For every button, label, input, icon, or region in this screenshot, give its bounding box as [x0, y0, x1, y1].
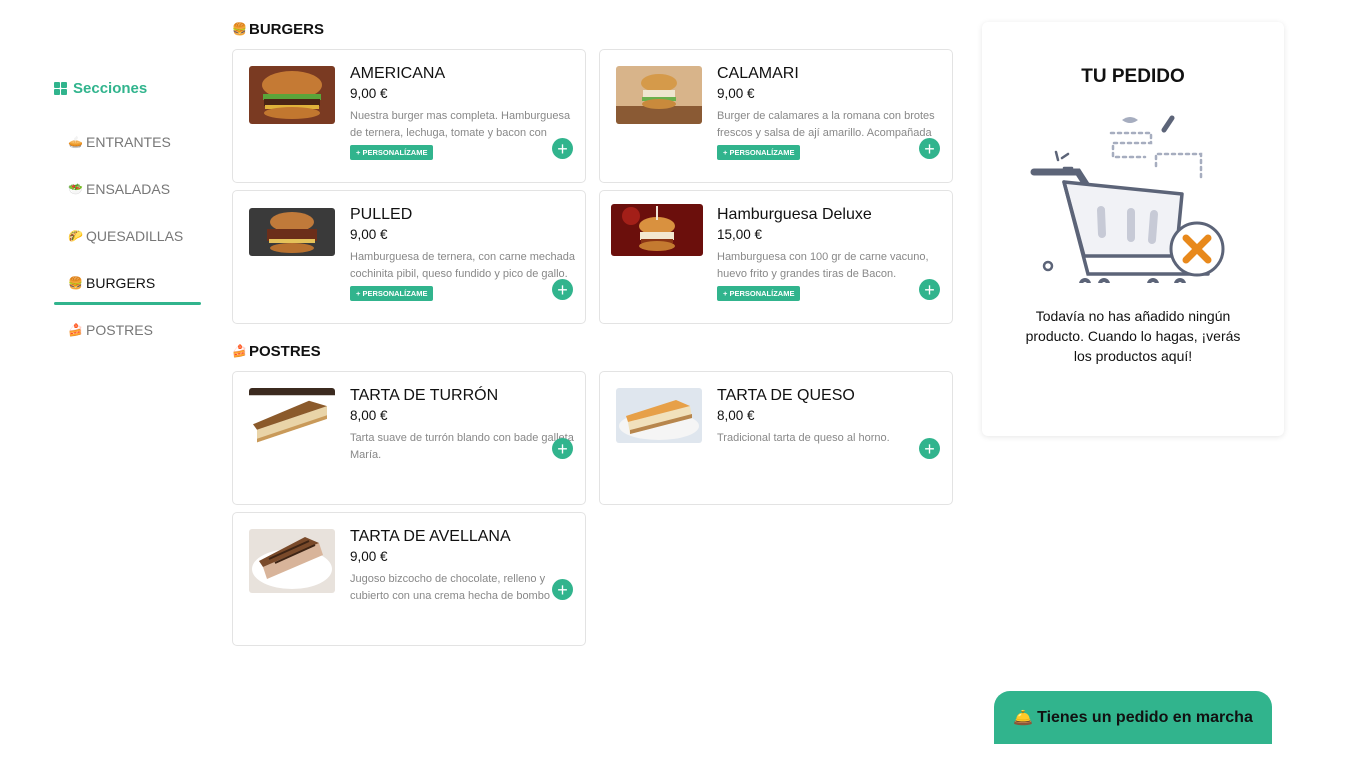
sidebar-item-label: ENSALADAS — [86, 180, 171, 197]
product-info: PULLED 9,00 € Hamburguesa de ternera, co… — [350, 206, 583, 301]
add-to-order-button[interactable]: + — [552, 279, 573, 300]
order-in-progress-button[interactable]: 🛎️ Tienes un pedido en marcha — [994, 691, 1272, 744]
product-card-tarta-de-queso[interactable]: TARTA DE QUESO 8,00 € Tradicional tarta … — [599, 371, 953, 505]
section-title: POSTRES — [249, 342, 321, 360]
order-in-progress-label: Tienes un pedido en marcha — [1037, 708, 1253, 726]
customize-button[interactable]: + PERSONALÍZAME — [350, 286, 434, 301]
product-name: TARTA DE QUESO — [717, 387, 855, 404]
sidebar-title-label: Secciones — [73, 79, 148, 97]
product-name: AMERICANA — [350, 65, 446, 82]
sidebar-item-ensaladas[interactable]: 🥗 ENSALADAS — [54, 165, 201, 212]
product-name: TARTA DE AVELLANA — [350, 528, 511, 545]
order-title: TU PEDIDO — [1081, 66, 1185, 87]
pie-icon: 🥧 — [68, 134, 83, 149]
taco-icon: 🌮 — [68, 228, 83, 243]
sidebar-item-entrantes[interactable]: 🥧 ENTRANTES — [54, 118, 201, 165]
cake-icon: 🍰 — [68, 322, 83, 337]
product-info: TARTA DE AVELLANA 9,00 € Jugoso bizcocho… — [350, 528, 583, 605]
product-card-calamari[interactable]: CALAMARI 9,00 € Burger de calamares a la… — [599, 49, 953, 183]
plus-icon: + — [924, 138, 935, 159]
product-image-queso — [616, 388, 702, 443]
product-price: 9,00 € — [350, 227, 388, 242]
product-price: 9,00 € — [350, 549, 388, 564]
sidebar-item-label: ENTRANTES — [86, 133, 171, 150]
customize-button[interactable]: + PERSONALÍZAME — [350, 145, 434, 160]
product-info: CALAMARI 9,00 € Burger de calamares a la… — [717, 65, 950, 160]
product-name: PULLED — [350, 206, 413, 223]
product-description: Jugoso bizcocho de chocolate, relleno y … — [350, 573, 550, 602]
plus-icon: + — [557, 438, 568, 459]
plus-icon: + — [924, 438, 935, 459]
product-description: Tradicional tarta de queso al horno. — [717, 432, 890, 444]
salad-icon: 🥗 — [68, 181, 83, 196]
add-to-order-button[interactable]: + — [552, 579, 573, 600]
sidebar-item-label: BURGERS — [86, 274, 156, 291]
order-panel: TU PEDIDO Todavía no has añadido ningún … — [982, 22, 1284, 436]
product-price: 9,00 € — [717, 86, 755, 101]
sidebar-item-label: QUESADILLAS — [86, 227, 184, 244]
product-description: Hamburguesa de ternera, con carne mechad… — [350, 251, 576, 280]
product-image-americana — [249, 66, 335, 124]
product-image-calamari — [616, 66, 702, 124]
cart-icon — [1026, 108, 1231, 290]
cake-icon: 🍰 — [232, 344, 247, 358]
sections-sidebar: Secciones 🥧 ENTRANTES 🥗 ENSALADAS 🌮 QUES… — [54, 78, 201, 353]
product-name: Hamburguesa Deluxe — [717, 206, 872, 223]
product-card-pulled[interactable]: PULLED 9,00 € Hamburguesa de ternera, co… — [232, 190, 586, 324]
product-image-pulled — [249, 208, 335, 256]
order-empty-message: Todavía no has añadido ningún producto. … — [1025, 308, 1241, 364]
product-price: 8,00 € — [717, 408, 755, 423]
product-info: Hamburguesa Deluxe 15,00 € Hamburguesa c… — [717, 206, 950, 301]
section-heading-burgers: 🍔 BURGERS — [232, 19, 324, 39]
plus-icon: + — [557, 579, 568, 600]
sidebar-item-quesadillas[interactable]: 🌮 QUESADILLAS — [54, 212, 201, 259]
product-price: 9,00 € — [350, 86, 388, 101]
add-to-order-button[interactable]: + — [552, 438, 573, 459]
sidebar-item-label: POSTRES — [86, 321, 153, 338]
bell-icon: 🛎️ — [1013, 709, 1034, 727]
product-description: Hamburguesa con 100 gr de carne vacuno, … — [717, 251, 929, 280]
customize-button[interactable]: + PERSONALÍZAME — [717, 286, 801, 301]
sidebar-item-postres[interactable]: 🍰 POSTRES — [54, 306, 201, 353]
sidebar-list: 🥧 ENTRANTES 🥗 ENSALADAS 🌮 QUESADILLAS 🍔 … — [54, 118, 201, 353]
product-price: 15,00 € — [717, 227, 763, 242]
product-image-turron — [249, 388, 335, 446]
sidebar-item-burgers[interactable]: 🍔 BURGERS — [54, 259, 201, 306]
section-title: BURGERS — [249, 20, 325, 38]
plus-icon: + — [557, 279, 568, 300]
add-to-order-button[interactable]: + — [919, 438, 940, 459]
product-description: Burger de calamares a la romana con brot… — [717, 110, 935, 139]
product-name: CALAMARI — [717, 65, 799, 82]
product-image-avellana — [249, 529, 335, 593]
add-to-order-button[interactable]: + — [919, 138, 940, 159]
product-description: Tarta suave de turrón blando con bade ga… — [350, 432, 574, 461]
product-info: TARTA DE TURRÓN 8,00 € Tarta suave de tu… — [350, 387, 583, 464]
burger-icon: 🍔 — [232, 22, 247, 36]
grid-icon — [54, 81, 67, 95]
add-to-order-button[interactable]: + — [919, 279, 940, 300]
plus-icon: + — [557, 138, 568, 159]
product-card-hamburguesa-deluxe[interactable]: Hamburguesa Deluxe 15,00 € Hamburguesa c… — [599, 190, 953, 324]
product-card-tarta-de-turron[interactable]: TARTA DE TURRÓN 8,00 € Tarta suave de tu… — [232, 371, 586, 505]
product-info: AMERICANA 9,00 € Nuestra burger mas comp… — [350, 65, 583, 160]
customize-button[interactable]: + PERSONALÍZAME — [717, 145, 801, 160]
product-info: TARTA DE QUESO 8,00 € Tradicional tarta … — [717, 387, 950, 464]
product-card-americana[interactable]: AMERICANA 9,00 € Nuestra burger mas comp… — [232, 49, 586, 183]
section-heading-postres: 🍰 POSTRES — [232, 341, 321, 361]
burger-icon: 🍔 — [68, 275, 83, 290]
product-card-tarta-de-avellana[interactable]: TARTA DE AVELLANA 9,00 € Jugoso bizcocho… — [232, 512, 586, 646]
product-image-deluxe — [611, 204, 703, 256]
plus-icon: + — [924, 279, 935, 300]
sidebar-title: Secciones — [54, 78, 201, 98]
product-description: Nuestra burger mas completa. Hamburguesa… — [350, 110, 571, 139]
add-to-order-button[interactable]: + — [552, 138, 573, 159]
product-name: TARTA DE TURRÓN — [350, 387, 499, 404]
product-price: 8,00 € — [350, 408, 388, 423]
